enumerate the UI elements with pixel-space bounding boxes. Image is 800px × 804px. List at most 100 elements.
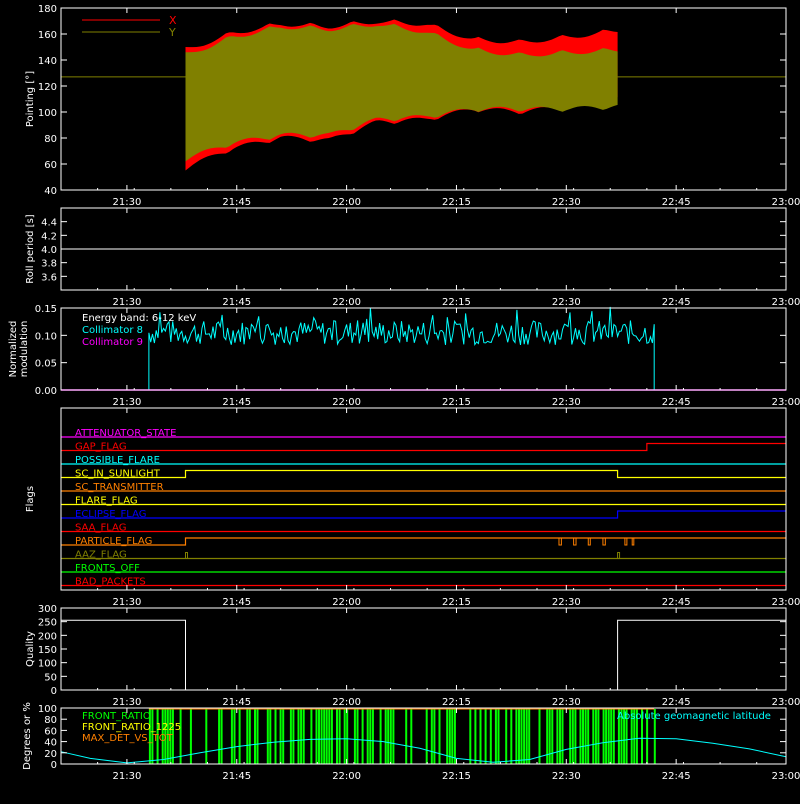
- front-ratio-bar: [246, 709, 249, 764]
- x-tick-label: 22:00: [332, 597, 361, 608]
- x-tick-label: 21:45: [222, 697, 251, 708]
- front-ratio-bar: [356, 709, 359, 764]
- y-tick-label: 0.15: [35, 304, 57, 315]
- front-ratio-bar: [579, 709, 582, 764]
- x-tick-label: 21:30: [112, 597, 141, 608]
- x-tick-label: 21:30: [112, 771, 141, 782]
- chart-canvas: XY21:30 21:45 22:00 22:15 22:30 22:45 23:00406…: [8, 4, 800, 782]
- y-tick-label: 40: [44, 738, 57, 749]
- front-ratio-bar: [205, 709, 208, 764]
- flag-line: [61, 469, 786, 479]
- x-tick-label: 22:30: [552, 297, 581, 308]
- x-tick-label: 22:30: [552, 397, 581, 408]
- front-ratio-bar: [338, 709, 341, 764]
- particle-flag-spike: [573, 537, 577, 546]
- front-ratio-bar: [379, 709, 382, 764]
- front-ratio-bar: [518, 709, 520, 764]
- front-ratio-bar: [392, 709, 395, 764]
- front-ratio-bar: [238, 709, 241, 764]
- y-tick-label: 40: [44, 186, 57, 197]
- front-ratio-bar: [602, 709, 605, 764]
- front-ratio-bar: [302, 709, 305, 764]
- front-ratio-bar: [525, 709, 528, 764]
- x-tick-label: 22:30: [552, 597, 581, 608]
- x-tick-label: 22:15: [442, 197, 471, 208]
- front-ratio-bar: [361, 709, 364, 764]
- front-ratio-bar: [254, 709, 256, 764]
- y-axis-label: Roll period [s]: [25, 214, 36, 283]
- y-tick-label: 0.00: [35, 386, 57, 397]
- front-ratio-bar: [546, 709, 549, 764]
- y-axis-label: Flags: [25, 486, 36, 512]
- x-tick-label: 22:00: [332, 197, 361, 208]
- x-tick-label: 22:30: [552, 771, 581, 782]
- front-ratio-bar: [584, 709, 587, 764]
- front-ratio-bar: [300, 709, 303, 764]
- y-tick-label: 100: [38, 704, 57, 715]
- y-axis-label: Normalized: [8, 321, 19, 378]
- x-tick-label: 22:15: [442, 297, 471, 308]
- aaz-flag-spike: [184, 552, 188, 559]
- legend-label: Collimator 8: [82, 325, 143, 336]
- legend-label: FRONT_RATIO_1225: [82, 722, 181, 733]
- front-ratio-bar: [559, 709, 561, 764]
- front-ratio-bar: [336, 709, 338, 764]
- front-ratio-bar: [612, 709, 615, 764]
- y-tick-label: 180: [38, 4, 57, 15]
- y-tick-label: 4.2: [41, 231, 57, 242]
- front-ratio-bar: [597, 709, 600, 764]
- y-tick-label: 150: [38, 645, 57, 656]
- particle-flag-spike: [602, 537, 606, 546]
- front-ratio-bar: [551, 709, 554, 764]
- particle-flag-spike: [587, 537, 591, 546]
- front-ratio-bar: [387, 709, 390, 764]
- front-ratio-bar: [556, 709, 559, 764]
- x-tick-label: 21:45: [222, 597, 251, 608]
- y-axis-label: Quality: [25, 631, 36, 667]
- front-ratio-bar: [371, 709, 374, 764]
- y-tick-label: 120: [38, 82, 57, 93]
- front-ratio-bar: [587, 709, 590, 764]
- energy-band-annotation: Energy band: 6-12 keV: [82, 313, 196, 324]
- x-tick-label: 21:45: [222, 771, 251, 782]
- x-tick-label: 21:45: [222, 297, 251, 308]
- y-tick-label: 100: [38, 659, 57, 670]
- front-ratio-bar: [269, 709, 272, 764]
- y-tick-label: 3.8: [41, 259, 57, 270]
- x-tick-label: 23:00: [772, 197, 800, 208]
- front-ratio-bar: [451, 709, 454, 764]
- x-tick-label: 22:30: [552, 197, 581, 208]
- front-ratio-bar: [574, 709, 577, 764]
- y-tick-label: 160: [38, 30, 57, 41]
- x-tick-label: 22:15: [442, 597, 471, 608]
- y-tick-label: 0: [51, 686, 57, 697]
- front-ratio-bar: [328, 709, 331, 764]
- front-ratio-bar: [505, 709, 508, 764]
- x-tick-label: 21:45: [222, 197, 251, 208]
- flag-line: [61, 510, 786, 519]
- front-ratio-bar: [582, 709, 584, 764]
- x-tick-label: 22:00: [332, 697, 361, 708]
- front-ratio-bar: [410, 709, 413, 764]
- flag-line: [61, 442, 786, 452]
- y-tick-label: 3.6: [41, 272, 57, 283]
- front-ratio-bar: [248, 709, 251, 764]
- x-tick-label: 22:45: [662, 197, 691, 208]
- y-tick-label: 300: [38, 604, 57, 615]
- y-tick-label: 250: [38, 618, 57, 629]
- front-ratio-bar: [310, 709, 313, 764]
- front-ratio-bar: [384, 709, 387, 764]
- front-ratio-bar: [548, 709, 551, 764]
- front-ratio-bar: [325, 709, 328, 764]
- legend-label: FRONT_RATIO: [82, 711, 151, 722]
- front-ratio-bar: [343, 709, 346, 764]
- front-ratio-bar: [438, 709, 441, 764]
- front-ratio-bar: [282, 709, 285, 764]
- y-tick-label: 60: [44, 160, 57, 171]
- x-tick-label: 22:15: [442, 771, 471, 782]
- front-ratio-bar: [289, 709, 292, 764]
- particle-flag-spike: [558, 537, 562, 546]
- x-tick-label: 21:30: [112, 397, 141, 408]
- front-ratio-bar: [318, 709, 320, 764]
- x-tick-label: 22:30: [552, 697, 581, 708]
